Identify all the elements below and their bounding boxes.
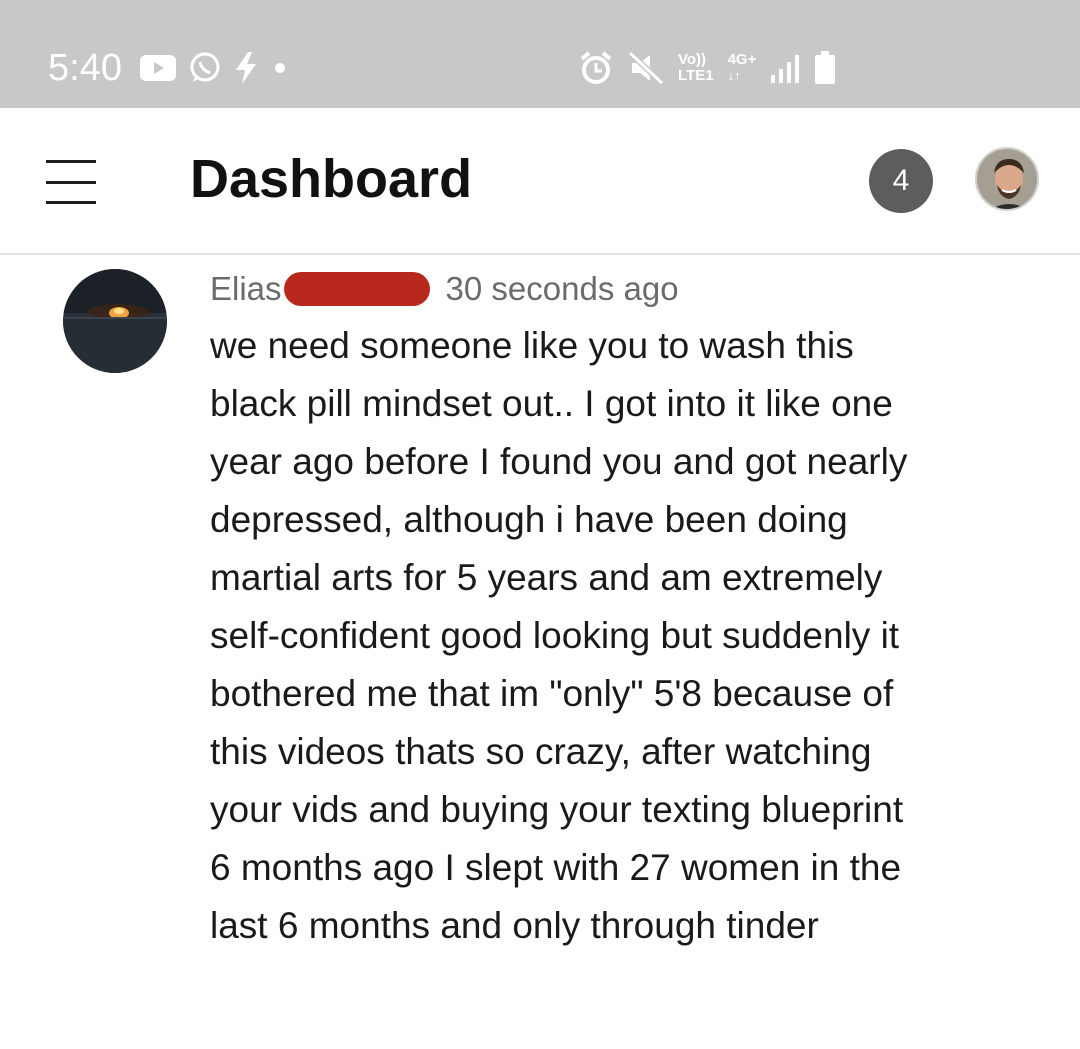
lte-label: LTE1 — [678, 67, 714, 84]
menu-icon-line — [46, 180, 96, 184]
network-icon: Vo)) LTE1 — [678, 52, 714, 84]
comment-text: we need someone like you to wash this bl… — [210, 317, 1000, 955]
menu-button[interactable] — [46, 160, 100, 204]
network-type: 4G+ ↓↑ — [728, 52, 757, 84]
comment-line: your vids and buying your texting bluepr… — [210, 789, 904, 830]
comment-line: self-confident good looking but suddenly… — [210, 615, 900, 656]
comment-line: bothered me that im "only" 5'8 because o… — [210, 673, 894, 714]
signal-icon — [770, 53, 800, 83]
youtube-icon — [139, 55, 176, 81]
comment-item: Elias 30 seconds ago we need someone lik… — [0, 257, 1080, 1049]
comment-line: we need someone like you to wash this — [210, 325, 854, 366]
bolt-icon — [234, 52, 258, 84]
volte-label: Vo)) — [678, 51, 707, 68]
comment-line: this videos thats so crazy, after watchi… — [210, 731, 872, 772]
network-type-label: 4G+ — [727, 51, 757, 68]
comment-line: last 6 months and only through tinder — [210, 905, 819, 946]
redaction-mark — [283, 272, 430, 306]
menu-icon-line — [46, 160, 96, 163]
whatsapp-icon — [188, 51, 222, 85]
notification-badge[interactable]: 4 — [869, 149, 933, 213]
comment-line: year ago before I found you and got near… — [210, 441, 908, 482]
comment-line: martial arts for 5 years and am extremel… — [210, 557, 883, 598]
data-arrows-icon: ↓↑ — [727, 68, 741, 83]
comment-line: depressed, although i have been doing — [210, 499, 848, 540]
menu-icon-line — [46, 201, 96, 204]
app-bar: Dashboard 4 — [0, 108, 1080, 255]
comment-author[interactable]: Elias — [210, 270, 282, 308]
profile-avatar[interactable] — [975, 147, 1039, 211]
page-title: Dashboard — [190, 149, 473, 209]
comment-header: Elias 30 seconds ago — [210, 267, 679, 311]
dot-icon — [270, 58, 290, 78]
comment-line: black pill mindset out.. I got into it l… — [210, 383, 893, 424]
mute-icon — [628, 51, 664, 85]
battery-icon — [814, 51, 836, 85]
alarm-icon — [578, 50, 614, 86]
comment-timestamp: 30 seconds ago — [445, 270, 679, 307]
status-time: 5:40 — [48, 46, 122, 89]
commenter-avatar[interactable] — [63, 269, 167, 373]
status-left: 5:40 — [48, 44, 290, 92]
status-right: Vo)) LTE1 4G+ ↓↑ — [578, 44, 836, 92]
status-bar: 5:40 Vo)) LTE1 4G+ ↓↑ — [0, 0, 1080, 108]
comment-line: 6 months ago I slept with 27 women in th… — [210, 847, 902, 888]
